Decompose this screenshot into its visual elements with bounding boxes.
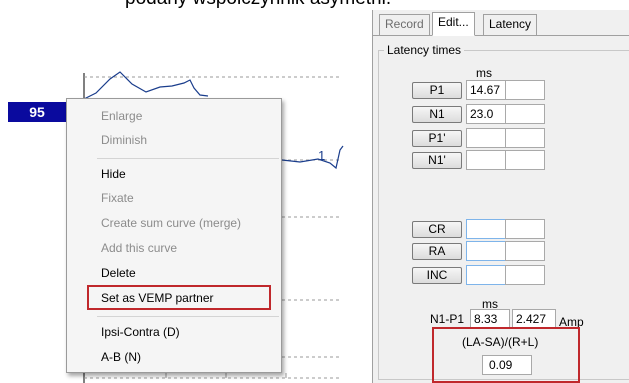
- n1-latency-field[interactable]: 23.0: [466, 104, 506, 124]
- cr-extra-field[interactable]: [505, 219, 545, 239]
- p1-extra-field[interactable]: [505, 80, 545, 100]
- p1-prime-button[interactable]: P1': [412, 130, 462, 147]
- waveform-curve: [83, 71, 209, 100]
- vemp-partner-highlight: [87, 285, 271, 310]
- inc-extra-field[interactable]: [505, 265, 545, 285]
- menu-item-create-sum-curve[interactable]: Create sum curve (merge): [101, 212, 241, 234]
- menu-separator: [97, 316, 279, 317]
- edit-panel: Record Edit... Latency Latency times ms …: [372, 10, 629, 383]
- tab-edit[interactable]: Edit...: [432, 12, 475, 36]
- p1-button[interactable]: P1: [412, 82, 462, 99]
- cr-button[interactable]: CR: [412, 221, 462, 238]
- menu-item-enlarge[interactable]: Enlarge: [101, 105, 142, 127]
- tab-latency[interactable]: Latency: [483, 14, 538, 35]
- ms-column-header: ms: [476, 66, 492, 80]
- n1-extra-field[interactable]: [505, 104, 545, 124]
- asymmetry-value-field[interactable]: 0.09: [482, 355, 532, 375]
- n1-prime-extra-field[interactable]: [505, 150, 545, 170]
- tab-strip-border: [373, 35, 629, 36]
- n1-p1-label: N1-P1: [430, 312, 465, 326]
- asymmetry-formula: (LA-SA)/(R+L): [462, 335, 539, 349]
- n1-prime-latency-field[interactable]: [466, 150, 506, 170]
- n1-p1-ms-field[interactable]: 8.33: [470, 309, 510, 329]
- n1-p1-amp-field[interactable]: 2.427: [512, 309, 556, 329]
- menu-item-delete[interactable]: Delete: [101, 262, 136, 284]
- inc-button[interactable]: INC: [412, 267, 462, 284]
- menu-item-ipsi-contra[interactable]: Ipsi-Contra (D): [101, 321, 180, 343]
- ra-extra-field[interactable]: [505, 241, 545, 261]
- ra-button[interactable]: RA: [412, 243, 462, 260]
- menu-item-fixate[interactable]: Fixate: [101, 187, 134, 209]
- context-menu: Enlarge Diminish Hide Fixate Create sum …: [66, 98, 282, 373]
- menu-separator: [97, 158, 279, 159]
- tab-record[interactable]: Record: [379, 14, 430, 35]
- menu-item-hide[interactable]: Hide: [101, 163, 126, 185]
- waveform-curve: [281, 145, 344, 170]
- curve-marker-label: 1: [318, 148, 326, 163]
- group-title: Latency times: [384, 43, 465, 57]
- inc-field[interactable]: [466, 265, 506, 285]
- ra-field[interactable]: [466, 241, 506, 261]
- p1-latency-field[interactable]: 14.67: [466, 80, 506, 100]
- cr-field[interactable]: [466, 219, 506, 239]
- n1-prime-button[interactable]: N1': [412, 152, 462, 169]
- p1-prime-latency-field[interactable]: [466, 128, 506, 148]
- menu-item-diminish[interactable]: Diminish: [101, 129, 147, 151]
- menu-item-add-this-curve[interactable]: Add this curve: [101, 237, 177, 259]
- curve-level-badge[interactable]: 95: [8, 102, 66, 122]
- menu-item-a-b[interactable]: A-B (N): [101, 346, 141, 368]
- n1-button[interactable]: N1: [412, 106, 462, 123]
- p1-prime-extra-field[interactable]: [505, 128, 545, 148]
